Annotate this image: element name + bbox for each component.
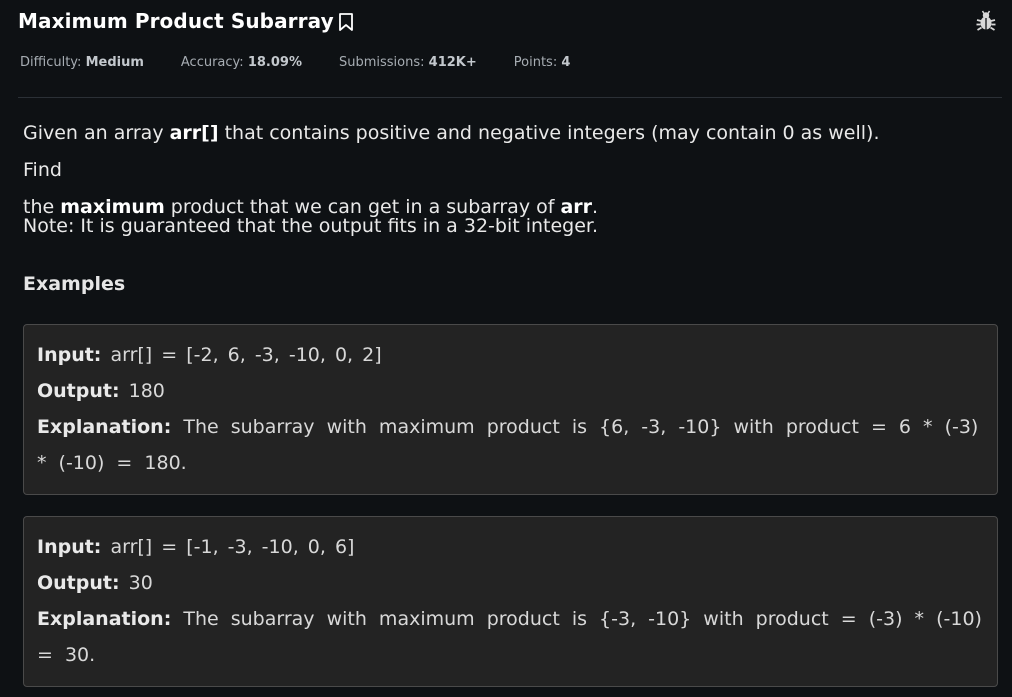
example-explanation: Explanation: The subarray with maximum p… <box>37 601 983 673</box>
example-input: Input: arr[] = [-2, 6, -3, -10, 0, 2] <box>37 337 983 373</box>
problem-title: Maximum Product Subarray <box>18 9 334 33</box>
accuracy-label: Accuracy: <box>180 55 244 70</box>
difficulty-value: Medium <box>85 55 144 70</box>
input-value: arr[] = [-1, -3, -10, 0, 6] <box>110 536 355 558</box>
title-bar: Maximum Product Subarray <box>18 6 998 36</box>
input-value: arr[] = [-2, 6, -3, -10, 0, 2] <box>110 344 382 366</box>
problem-meta: Difficulty: Medium Accuracy: 18.09% Subm… <box>20 55 607 70</box>
submissions: Submissions: 412K+ <box>339 55 477 70</box>
accuracy-value: 18.09% <box>247 55 302 70</box>
input-label: Input: <box>37 344 102 366</box>
bookmark-icon[interactable] <box>337 12 355 32</box>
output-value: 30 <box>128 572 153 594</box>
output-value: 180 <box>128 380 165 402</box>
difficulty: Difficulty: Medium <box>20 55 144 70</box>
example-output: Output: 180 <box>37 373 983 409</box>
input-label: Input: <box>37 536 102 558</box>
example-box: Input: arr[] = [-1, -3, -10, 0, 6] Outpu… <box>23 516 998 687</box>
example-box: Input: arr[] = [-2, 6, -3, -10, 0, 2] Ou… <box>23 324 998 495</box>
points: Points: 4 <box>514 55 571 70</box>
output-label: Output: <box>37 572 120 594</box>
explanation-label: Explanation: <box>37 608 172 630</box>
problem-note: Note: It is guaranteed that the output f… <box>23 215 599 237</box>
example-explanation: Explanation: The subarray with maximum p… <box>37 409 983 481</box>
example-input: Input: arr[] = [-1, -3, -10, 0, 6] <box>37 529 983 565</box>
points-value: 4 <box>561 55 571 70</box>
example-output: Output: 30 <box>37 565 983 601</box>
accuracy: Accuracy: 18.09% <box>181 55 302 70</box>
points-label: Points: <box>513 55 558 70</box>
output-label: Output: <box>37 380 120 402</box>
submissions-value: 412K+ <box>428 55 477 70</box>
difficulty-label: Difficulty: <box>20 55 82 70</box>
desc-text: Given an array <box>23 122 170 144</box>
problem-panel: Maximum Product Subarray Difficulty: Med… <box>0 0 1012 697</box>
bug-icon[interactable] <box>974 9 998 33</box>
submissions-label: Submissions: <box>338 55 425 70</box>
desc-arr-bold: arr[] <box>169 122 219 144</box>
examples-heading: Examples <box>23 273 126 295</box>
divider <box>18 97 1002 98</box>
explanation-value: The subarray with maximum product is {-3… <box>37 608 982 666</box>
explanation-value: The subarray with maximum product is {6,… <box>37 416 979 474</box>
explanation-label: Explanation: <box>37 416 172 438</box>
